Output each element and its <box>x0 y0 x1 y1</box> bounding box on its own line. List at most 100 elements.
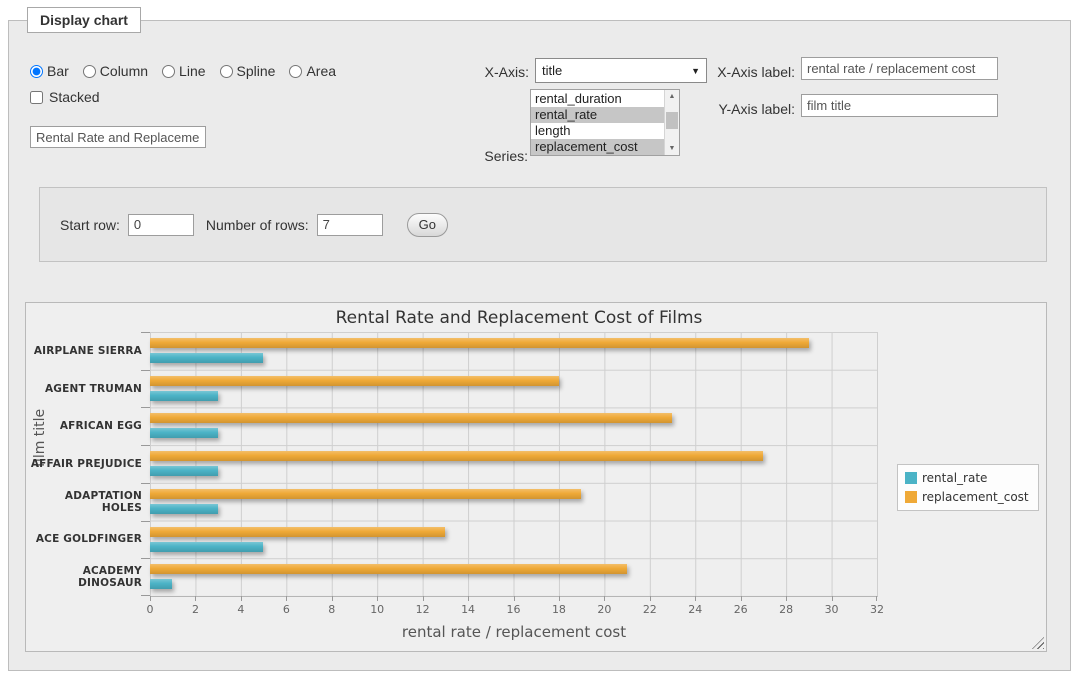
legend-label: replacement_cost <box>922 490 1029 504</box>
y-tick-mark <box>141 558 150 559</box>
display-chart-panel: Display chart BarColumnLineSplineArea St… <box>8 20 1071 671</box>
x-tick-label: 10 <box>370 603 384 616</box>
x-tick-mark <box>559 596 560 601</box>
chart-type-radio-bar[interactable] <box>30 65 43 78</box>
bar-rental_rate[interactable] <box>150 504 218 514</box>
page: Display chart BarColumnLineSplineArea St… <box>0 0 1081 681</box>
x-tick-label: 16 <box>507 603 521 616</box>
x-tick-label: 32 <box>870 603 884 616</box>
x-tick-label: 30 <box>825 603 839 616</box>
series-option-length[interactable]: length <box>531 123 664 139</box>
resize-handle-icon[interactable] <box>1032 637 1044 649</box>
chart-type-radio-group: Bar Column Line Spline Area <box>30 61 336 81</box>
bar-rental_rate[interactable] <box>150 391 218 401</box>
start-row-input[interactable] <box>128 214 194 236</box>
bar-replacement_cost[interactable] <box>150 451 763 461</box>
bar-rental_rate[interactable] <box>150 353 263 363</box>
y-tick-mark <box>141 332 150 333</box>
row-range-panel: Start row: Number of rows: Go <box>39 187 1047 262</box>
chart-type-option-area: Area <box>289 63 336 79</box>
x-tick-mark <box>514 596 515 601</box>
chart-title: Rental Rate and Replacement Cost of Film… <box>26 308 1012 328</box>
x-tick-mark <box>876 596 877 601</box>
x-tick-mark <box>741 596 742 601</box>
stacked-checkbox[interactable] <box>30 91 43 104</box>
x-tick-mark <box>695 596 696 601</box>
stacked-label: Stacked <box>49 89 100 105</box>
y-tick-mark <box>141 521 150 522</box>
x-tick-mark <box>286 596 287 601</box>
chart-type-option-spline: Spline <box>220 63 276 79</box>
series-option-replacement_cost[interactable]: replacement_cost <box>531 139 664 155</box>
num-rows-label: Number of rows: <box>206 217 309 233</box>
x-tick-label: 24 <box>688 603 702 616</box>
chart-type-label: Bar <box>47 63 69 79</box>
chart-type-label: Spline <box>237 63 276 79</box>
series-option-rental_duration[interactable]: rental_duration <box>531 91 664 107</box>
chart-type-radio-column[interactable] <box>83 65 96 78</box>
plot-area: AIRPLANE SIERRAAGENT TRUMANAFRICAN EGGAF… <box>150 332 878 597</box>
x-axis-select-value: title <box>542 63 562 78</box>
x-axis-title: rental rate / replacement cost <box>150 623 878 641</box>
legend-item-rental_rate[interactable]: rental_rate <box>905 471 1029 485</box>
x-axis-label-input[interactable] <box>801 57 998 80</box>
x-tick-mark <box>377 596 378 601</box>
chart-legend: rental_rate replacement_cost <box>897 464 1039 511</box>
stacked-checkbox-row: Stacked <box>30 89 100 105</box>
bar-rental_rate[interactable] <box>150 466 218 476</box>
chart-title-input[interactable] <box>30 126 206 148</box>
bar-rental_rate[interactable] <box>150 579 172 589</box>
bar-replacement_cost[interactable] <box>150 413 672 423</box>
chart-type-label: Area <box>306 63 336 79</box>
x-tick-mark <box>604 596 605 601</box>
y-category-label: ACADEMY DINOSAUR <box>28 558 142 596</box>
num-rows-input[interactable] <box>317 214 383 236</box>
x-tick-label: 18 <box>552 603 566 616</box>
bar-replacement_cost[interactable] <box>150 489 581 499</box>
chart-type-label: Line <box>179 63 205 79</box>
chart-type-option-line: Line <box>162 63 205 79</box>
bar-replacement_cost[interactable] <box>150 564 627 574</box>
x-axis-label-label: X-Axis label: <box>649 62 795 82</box>
series-listbox-label: Series: <box>409 146 528 166</box>
y-axis-label-label: Y-Axis label: <box>649 99 795 119</box>
chart-category-row <box>150 370 877 408</box>
y-category-label: AFRICAN EGG <box>28 407 142 445</box>
chart-type-radio-area[interactable] <box>289 65 302 78</box>
chart-category-row <box>150 558 877 596</box>
y-category-label: AGENT TRUMAN <box>28 370 142 408</box>
x-tick-mark <box>786 596 787 601</box>
y-category-label: ADAPTATION HOLES <box>28 483 142 521</box>
bar-rental_rate[interactable] <box>150 542 263 552</box>
chart-category-row <box>150 521 877 559</box>
legend-item-replacement_cost[interactable]: replacement_cost <box>905 490 1029 504</box>
x-tick-label: 28 <box>779 603 793 616</box>
chart-category-row <box>150 483 877 521</box>
bar-rental_rate[interactable] <box>150 428 218 438</box>
x-axis-select-label: X-Axis: <box>409 62 529 82</box>
chart-type-radio-spline[interactable] <box>220 65 233 78</box>
x-tick-mark <box>423 596 424 601</box>
x-tick-label: 12 <box>416 603 430 616</box>
y-tick-mark <box>141 370 150 371</box>
x-tick-mark <box>241 596 242 601</box>
scroll-down-icon[interactable]: ▼ <box>665 142 679 155</box>
y-tick-mark <box>141 595 150 596</box>
go-button[interactable]: Go <box>407 213 448 237</box>
series-option-rental_rate[interactable]: rental_rate <box>531 107 664 123</box>
y-tick-mark <box>141 407 150 408</box>
bar-replacement_cost[interactable] <box>150 338 809 348</box>
bar-replacement_cost[interactable] <box>150 527 445 537</box>
chart-category-row <box>150 407 877 445</box>
y-axis-label-input[interactable] <box>801 94 998 117</box>
chart-container: Rental Rate and Replacement Cost of Film… <box>25 302 1047 652</box>
x-tick-label: 0 <box>147 603 154 616</box>
x-tick-label: 6 <box>283 603 290 616</box>
chart-type-label: Column <box>100 63 148 79</box>
bar-replacement_cost[interactable] <box>150 376 559 386</box>
series-options: rental_durationrental_ratelengthreplacem… <box>531 90 664 155</box>
legend-swatch-icon <box>905 491 917 503</box>
x-tick-mark <box>832 596 833 601</box>
chart-type-radio-line[interactable] <box>162 65 175 78</box>
x-tick-label: 22 <box>643 603 657 616</box>
